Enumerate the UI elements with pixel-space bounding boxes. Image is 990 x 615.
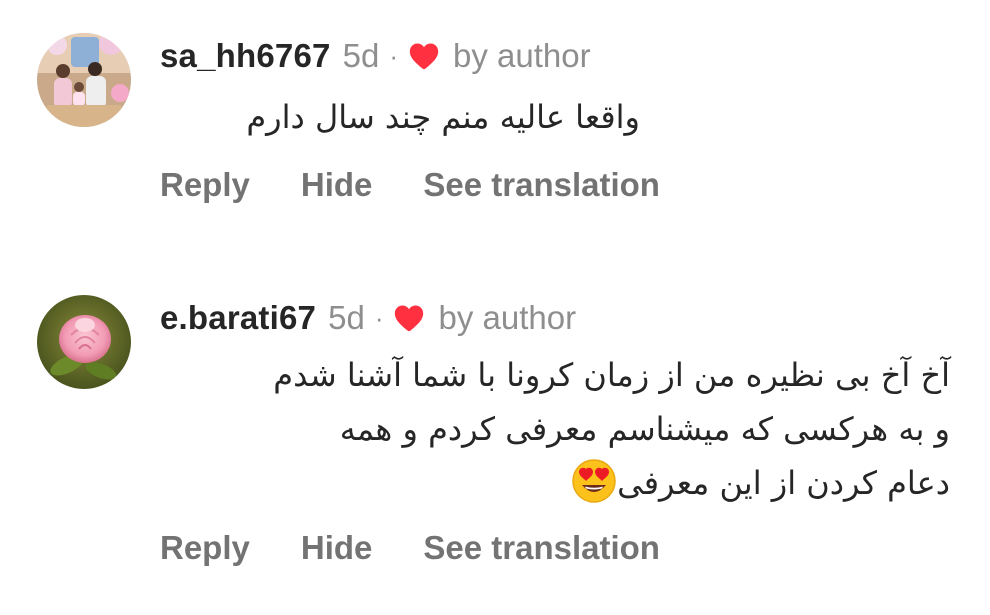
reply-button[interactable]: Reply [160,529,250,567]
comment-text-segment: دعام کردن از این معرفی [617,464,950,502]
by-author-label: by author [438,299,577,336]
comment-text: آخ آخ بی نظیره من از زمان کرونا با شما آ… [160,348,950,510]
separator: · [389,40,398,71]
avatar[interactable] [37,295,131,389]
see-translation-button[interactable]: See translation [423,529,660,567]
pink-rose-avatar [37,295,131,389]
heart-icon [407,39,441,73]
heart-icon [392,301,426,335]
comment-actions: Reply Hide See translation [160,166,660,204]
avatar[interactable] [37,33,131,127]
comment-text-line: واقعا عالیه منم چند سال دارم [246,98,640,136]
comment-text-line-with-emoji: دعام کردن از این معرفی [160,456,950,510]
reply-button[interactable]: Reply [160,166,250,204]
comment-text: واقعا عالیه منم چند سال دارم [160,90,640,144]
comment-text-line: و به هرکسی که میشناسم معرفی کردم و همه [339,410,950,448]
comment-actions: Reply Hide See translation [160,529,660,567]
comment-text-line: آخ آخ بی نظیره من از زمان کرونا با شما آ… [273,356,950,394]
separator: · [374,302,384,333]
timestamp: 5d [328,299,365,336]
username[interactable]: sa_hh6767 [160,37,331,75]
comment-meta: e.barati67 5d · by author [160,296,576,340]
hide-button[interactable]: Hide [301,529,373,567]
by-author-label: by author [452,37,591,74]
username[interactable]: e.barati67 [160,299,316,337]
see-translation-button[interactable]: See translation [423,166,660,204]
timestamp: 5d [342,37,380,74]
comment-meta: sa_hh6767 5d · by author [160,34,591,78]
heart-eyes-emoji-icon [571,458,617,504]
hide-button[interactable]: Hide [301,166,373,204]
family-photo-avatar [37,33,131,127]
